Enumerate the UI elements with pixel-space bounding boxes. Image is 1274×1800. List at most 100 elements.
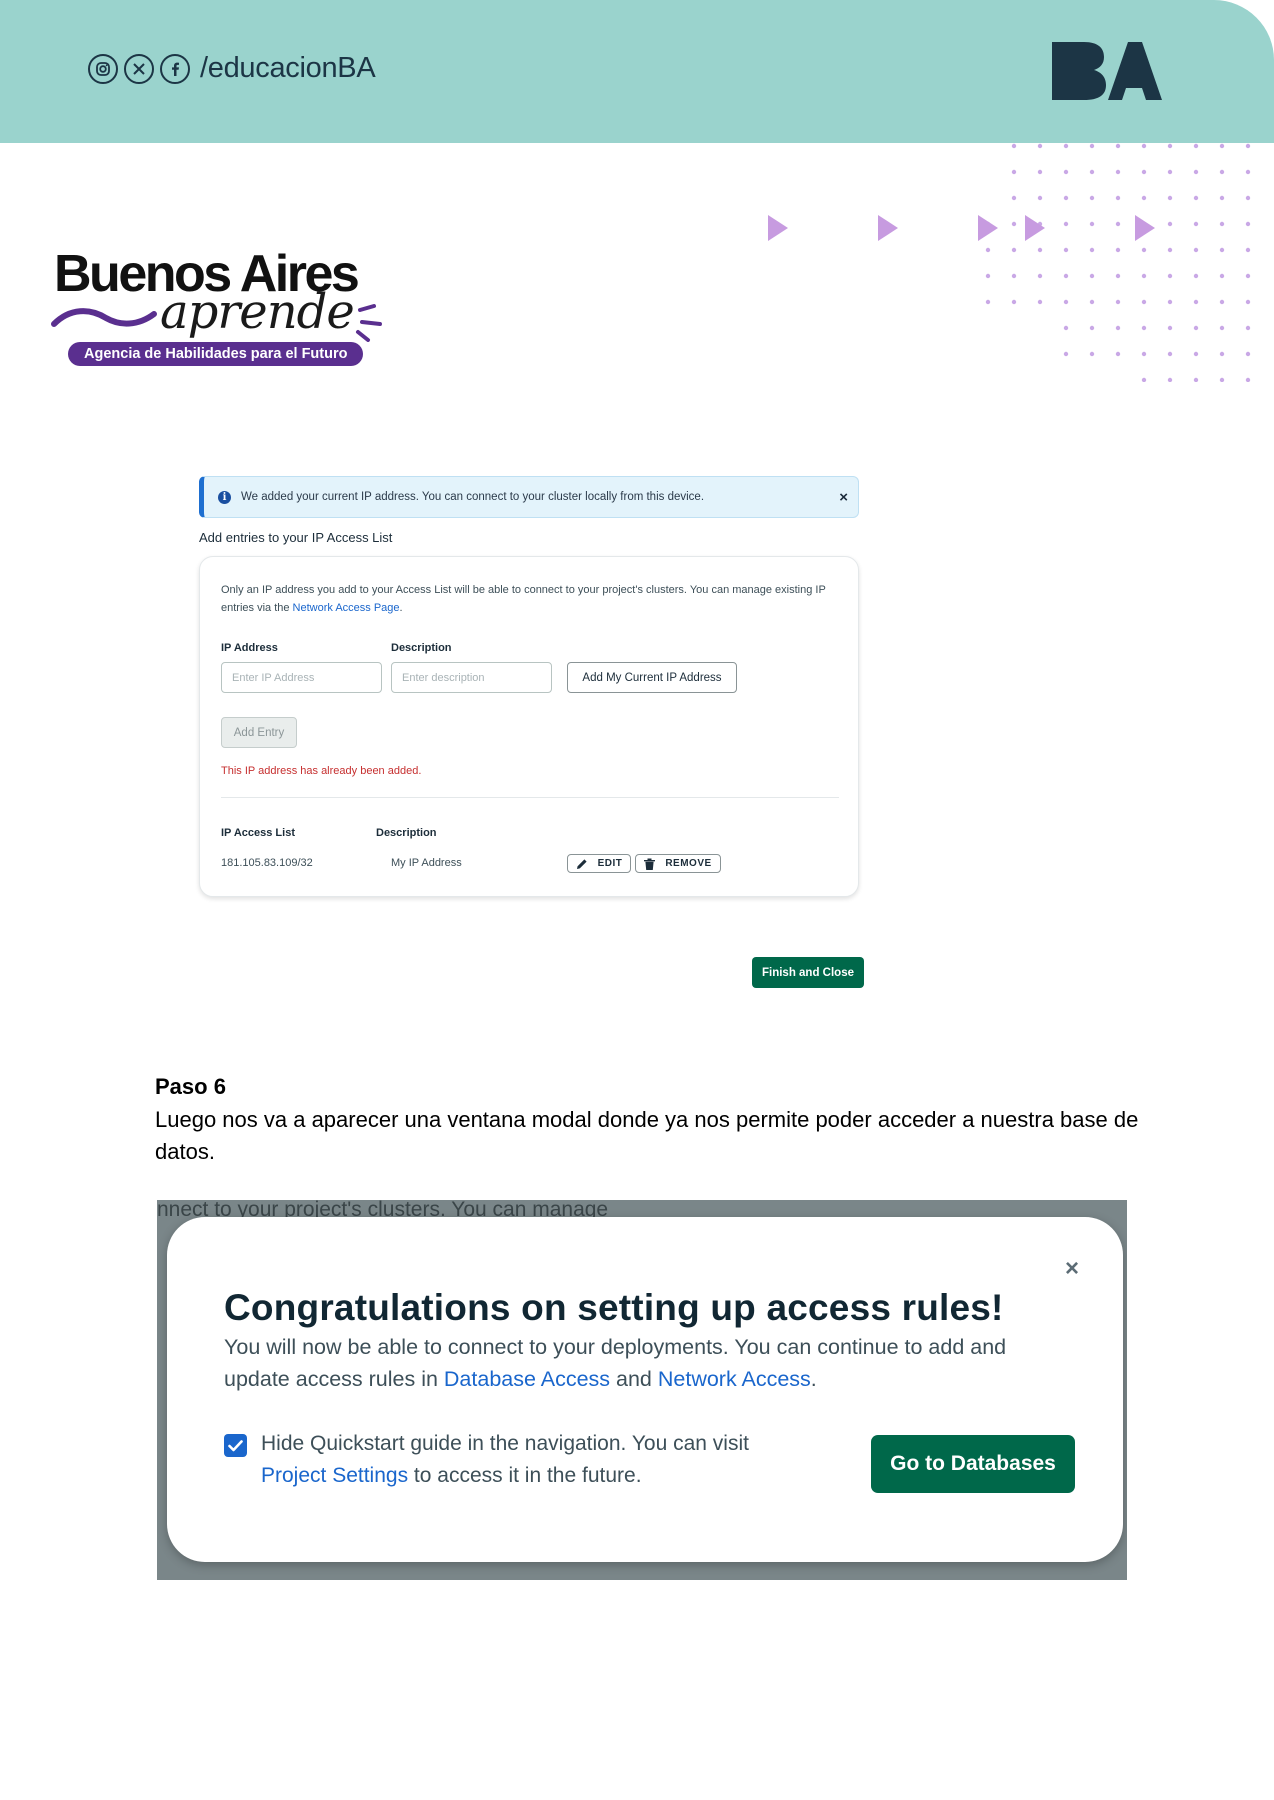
- congratulations-screenshot: nnect to your project's clusters. You ca…: [157, 1200, 1127, 1580]
- dot-pattern: [985, 143, 1251, 382]
- dot: [1167, 143, 1173, 149]
- dot: [1063, 325, 1069, 331]
- dot: [1193, 247, 1199, 253]
- triangle-icon: [1025, 215, 1045, 241]
- add-entry-button[interactable]: Add Entry: [221, 717, 297, 748]
- dot: [1245, 377, 1251, 382]
- dot: [1193, 221, 1199, 227]
- finish-and-close-button[interactable]: Finish and Close: [752, 957, 864, 988]
- triangle-icon: [1135, 215, 1155, 241]
- info-icon: i: [218, 490, 231, 504]
- dot: [1115, 143, 1121, 149]
- dot: [1063, 351, 1069, 357]
- checkmark-icon: [228, 1439, 243, 1451]
- dot: [1063, 299, 1069, 305]
- dot: [1115, 325, 1121, 331]
- dot: [1063, 221, 1069, 227]
- social-links: /educacionBA: [88, 52, 376, 85]
- dot: [1167, 325, 1173, 331]
- alert-text: We added your current IP address. You ca…: [241, 491, 705, 503]
- dot: [985, 299, 991, 305]
- dot: [1011, 247, 1017, 253]
- error-message: This IP address has already been added.: [221, 765, 422, 777]
- dot: [1219, 221, 1225, 227]
- dot: [1167, 169, 1173, 175]
- dot: [1063, 273, 1069, 279]
- dot: [1167, 351, 1173, 357]
- go-to-databases-button[interactable]: Go to Databases: [871, 1435, 1075, 1493]
- ip-address-input[interactable]: Enter IP Address: [221, 662, 382, 693]
- hide-quickstart-label: Hide Quickstart guide in the navigation.…: [261, 1432, 749, 1487]
- trash-icon: [644, 858, 656, 870]
- triangle-icon: [878, 215, 898, 241]
- close-icon[interactable]: ×: [839, 489, 848, 506]
- dot: [1141, 247, 1147, 253]
- dot: [1193, 169, 1199, 175]
- dot: [1037, 299, 1043, 305]
- dot: [1037, 195, 1043, 201]
- modal-description: You will now be able to connect to your …: [224, 1335, 1007, 1391]
- dot: [1245, 325, 1251, 331]
- dot: [1089, 351, 1095, 357]
- info-alert: i We added your current IP address. You …: [199, 476, 859, 518]
- brand-script: aprende: [160, 284, 355, 340]
- hide-quickstart-checkbox[interactable]: [224, 1434, 247, 1457]
- brand-tagline: Agencia de Habilidades para el Futuro: [68, 342, 364, 366]
- dot: [1115, 247, 1121, 253]
- instagram-icon[interactable]: [88, 53, 118, 84]
- network-access-link[interactable]: Network Access: [658, 1367, 811, 1391]
- dot: [1141, 377, 1147, 382]
- ba-logo: [1050, 40, 1162, 107]
- dot: [1089, 299, 1095, 305]
- dot: [1037, 247, 1043, 253]
- database-access-link[interactable]: Database Access: [444, 1367, 610, 1391]
- dot: [1141, 169, 1147, 175]
- dot: [1193, 351, 1199, 357]
- dot: [1011, 143, 1017, 149]
- dot: [1037, 143, 1043, 149]
- triangle-icon: [768, 215, 788, 241]
- ip-cell: 181.105.83.109/32: [221, 857, 313, 869]
- dot: [1167, 195, 1173, 201]
- remove-button[interactable]: REMOVE: [635, 854, 721, 873]
- dot: [1219, 169, 1225, 175]
- dot: [1219, 273, 1225, 279]
- add-current-ip-button[interactable]: Add My Current IP Address: [567, 662, 737, 693]
- dot: [1089, 143, 1095, 149]
- description-input[interactable]: Enter description: [391, 662, 552, 693]
- list-header-description: Description: [376, 827, 437, 839]
- dot: [1245, 273, 1251, 279]
- dot: [1011, 195, 1017, 201]
- close-icon[interactable]: ×: [1065, 1255, 1079, 1283]
- network-access-link[interactable]: Network Access Page: [293, 602, 400, 614]
- x-icon[interactable]: [124, 53, 154, 84]
- dot: [1167, 299, 1173, 305]
- dot: [1167, 377, 1173, 382]
- dot: [1141, 299, 1147, 305]
- facebook-icon[interactable]: [160, 53, 190, 84]
- dot: [1089, 247, 1095, 253]
- dot: [1011, 273, 1017, 279]
- dot: [1245, 299, 1251, 305]
- dot: [1011, 221, 1017, 227]
- dot: [1037, 273, 1043, 279]
- dot: [1089, 221, 1095, 227]
- dot: [1089, 273, 1095, 279]
- description-cell: My IP Address: [391, 857, 462, 869]
- dot: [1011, 169, 1017, 175]
- dot: [1193, 195, 1199, 201]
- triangle-icon: [978, 215, 998, 241]
- dot: [1245, 169, 1251, 175]
- dot: [1063, 195, 1069, 201]
- step-description: Luego nos va a aparecer una ventana moda…: [155, 1107, 1139, 1164]
- dot: [1219, 247, 1225, 253]
- edit-button[interactable]: EDIT: [567, 854, 631, 873]
- dot: [1245, 143, 1251, 149]
- dot: [1115, 195, 1121, 201]
- dot: [1219, 377, 1225, 382]
- project-settings-link[interactable]: Project Settings: [261, 1464, 408, 1487]
- pencil-icon: [576, 858, 587, 869]
- dot: [1141, 351, 1147, 357]
- list-header-ip: IP Access List: [221, 827, 295, 839]
- dot: [1089, 169, 1095, 175]
